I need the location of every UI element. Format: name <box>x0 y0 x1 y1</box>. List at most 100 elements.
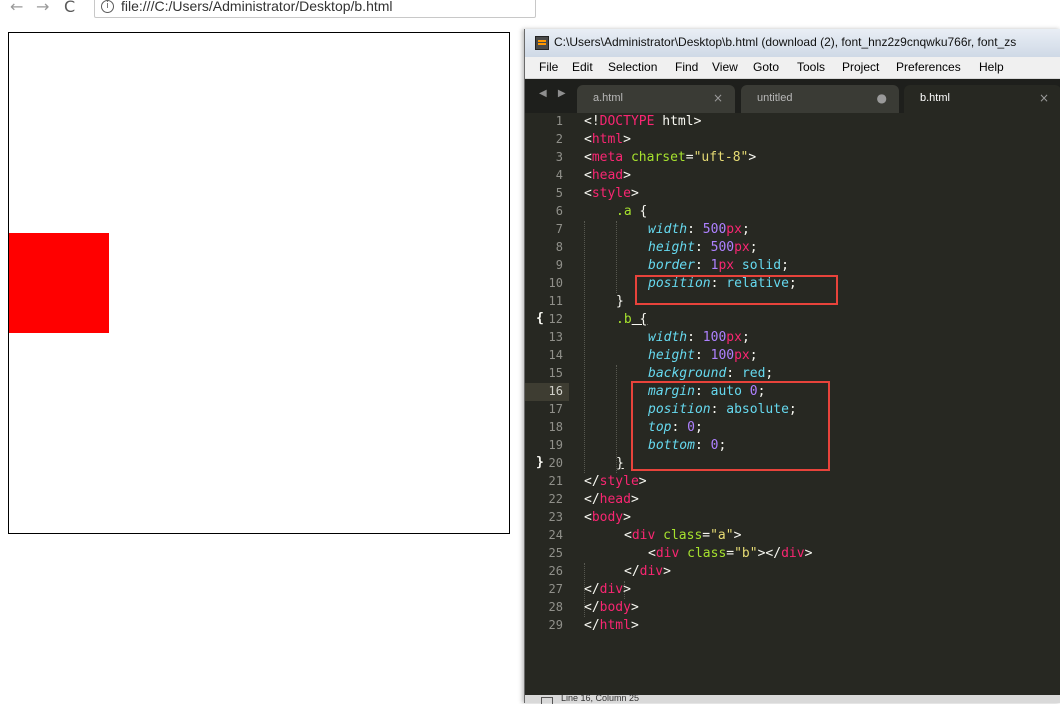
code-line: 14 height: 100px; <box>525 347 1060 365</box>
line-number: 25 <box>548 546 563 560</box>
line-number: 5 <box>555 186 563 200</box>
code-text: .a { <box>616 204 648 219</box>
menu-view[interactable]: View <box>712 60 738 74</box>
tab-label: a.html <box>593 92 623 104</box>
code-line: 24 <div class="a"> <box>525 527 1060 545</box>
code-text: .b { <box>616 312 648 327</box>
code-text: height: 100px; <box>648 348 758 363</box>
code-text: </html> <box>584 618 639 633</box>
forward-arrow-icon[interactable]: → <box>36 0 49 16</box>
code-text: </div> <box>584 582 631 597</box>
code-line: 7 width: 500px; <box>525 221 1060 239</box>
reload-icon[interactable]: C <box>64 0 75 16</box>
line-number: 4 <box>555 168 563 182</box>
menu-preferences[interactable]: Preferences <box>896 60 961 74</box>
back-arrow-icon[interactable]: ← <box>10 0 23 16</box>
menu-edit[interactable]: Edit <box>572 60 593 74</box>
line-number: 8 <box>555 240 563 254</box>
code-line: 26 </div> <box>525 563 1060 581</box>
annotation-box-position-relative <box>635 275 838 305</box>
code-line: 21 </style> <box>525 473 1060 491</box>
menu-goto[interactable]: Goto <box>753 60 779 74</box>
code-line: 8 height: 500px; <box>525 239 1060 257</box>
code-line: 2 <html> <box>525 131 1060 149</box>
code-line: 6 .a { <box>525 203 1060 221</box>
line-number: 22 <box>548 492 563 506</box>
line-number: 15 <box>548 366 563 380</box>
line-number: 10 <box>548 276 563 290</box>
close-icon[interactable]: × <box>713 91 723 105</box>
code-line: 28 </body> <box>525 599 1060 617</box>
code-line: 9 border: 1px solid; <box>525 257 1060 275</box>
code-text: background: red; <box>648 366 774 381</box>
address-bar[interactable]: i file:///C:/Users/Administrator/Desktop… <box>94 0 536 18</box>
line-number: 1 <box>555 114 563 128</box>
menu-file[interactable]: File <box>539 60 558 74</box>
tab-label: b.html <box>920 92 950 104</box>
line-number: 24 <box>548 528 563 542</box>
line-number: 11 <box>548 294 563 308</box>
code-text: <div class="b"></div> <box>648 546 813 561</box>
code-text: <!DOCTYPE html> <box>584 114 702 129</box>
code-text: width: 100px; <box>648 330 750 345</box>
menu-project[interactable]: Project <box>842 60 879 74</box>
line-number: 13 <box>548 330 563 344</box>
line-number: 21 <box>548 474 563 488</box>
code-line: 25 <div class="b"></div> <box>525 545 1060 563</box>
url-text[interactable]: file:///C:/Users/Administrator/Desktop/b… <box>121 0 393 14</box>
close-icon[interactable]: × <box>1039 91 1049 105</box>
line-number: 9 <box>555 258 563 272</box>
code-line: 4 <head> <box>525 167 1060 185</box>
menu-find[interactable]: Find <box>675 60 698 74</box>
menu-selection[interactable]: Selection <box>608 60 657 74</box>
line-number: 19 <box>548 438 563 452</box>
code-line: 5 <style> <box>525 185 1060 203</box>
sublime-text-window: C:\Users\Administrator\Desktop\b.html (d… <box>524 29 1060 704</box>
editor-titlebar: C:\Users\Administrator\Desktop\b.html (d… <box>525 29 1060 57</box>
line-number: 27 <box>548 582 563 596</box>
code-text: </div> <box>624 564 671 579</box>
line-number: 23 <box>548 510 563 524</box>
editor-title: C:\Users\Administrator\Desktop\b.html (d… <box>554 35 1017 49</box>
editor-menubar: File Edit Selection Find View Goto Tools… <box>525 57 1060 79</box>
line-number: 2 <box>555 132 563 146</box>
code-text: </style> <box>584 474 647 489</box>
menu-tools[interactable]: Tools <box>797 60 825 74</box>
code-text: width: 500px; <box>648 222 750 237</box>
line-number: 18 <box>548 420 563 434</box>
code-text: border: 1px solid; <box>648 258 789 273</box>
code-text: <body> <box>584 510 631 525</box>
code-text: <style> <box>584 186 639 201</box>
code-line: 27 </div> <box>525 581 1060 599</box>
tab-a-html[interactable]: a.html × <box>577 85 735 113</box>
line-number: 17 <box>548 402 563 416</box>
browser-toolbar: ← → C i file:///C:/Users/Administrator/D… <box>0 0 1060 18</box>
tab-scroll-arrows-icon[interactable]: ◀ ▶ <box>539 88 570 99</box>
tab-label: untitled <box>757 92 793 104</box>
code-line: 1 <!DOCTYPE html> <box>525 113 1060 131</box>
code-line: 29 </html> <box>525 617 1060 635</box>
line-number: 7 <box>555 222 563 236</box>
line-number: 26 <box>548 564 563 578</box>
tab-untitled[interactable]: untitled ● <box>741 85 899 113</box>
code-text: height: 500px; <box>648 240 758 255</box>
line-number: 28 <box>548 600 563 614</box>
code-text: <meta charset="uft-8"> <box>584 150 757 165</box>
code-line: 22 </head> <box>525 491 1060 509</box>
code-text: <div class="a"> <box>624 528 742 543</box>
line-number: 16 <box>548 384 563 398</box>
code-text: } <box>616 294 624 309</box>
line-number: 6 <box>555 204 563 218</box>
sublime-app-icon <box>535 36 549 50</box>
line-number: 20 <box>548 456 563 470</box>
unsaved-dot-icon[interactable]: ● <box>877 91 887 105</box>
code-text: <head> <box>584 168 631 183</box>
editor-statusbar: Line 16, Column 25 <box>525 693 1060 704</box>
line-number: 14 <box>548 348 563 362</box>
info-icon[interactable]: i <box>101 0 114 13</box>
rendered-div-b-red-box <box>9 233 109 333</box>
code-editor[interactable]: 1 <!DOCTYPE html> 2 <html> 3 <meta chars… <box>525 113 1060 695</box>
line-number: 12 <box>548 312 563 326</box>
tab-b-html[interactable]: b.html × <box>904 85 1060 113</box>
menu-help[interactable]: Help <box>979 60 1004 74</box>
